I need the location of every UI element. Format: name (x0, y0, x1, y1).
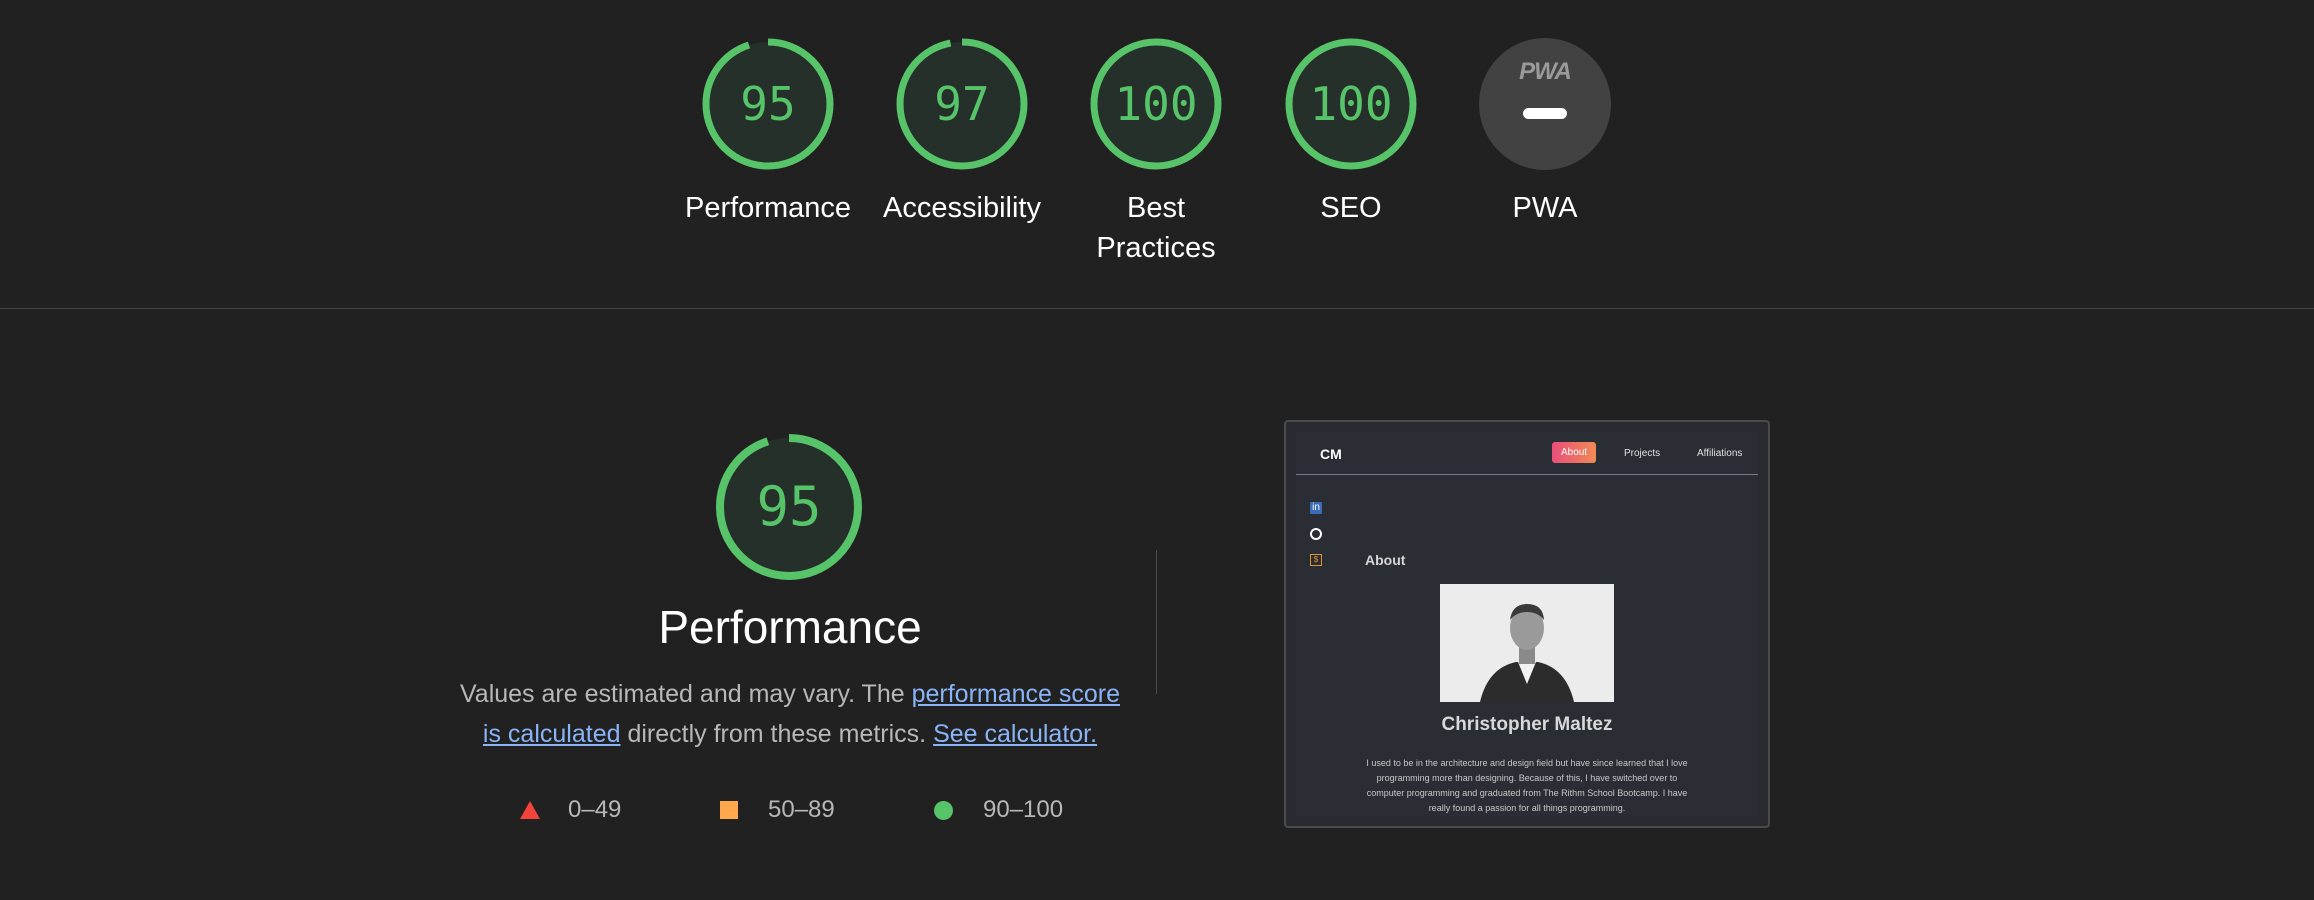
linkedin-icon: in (1310, 502, 1322, 514)
legend-range: 90–100 (983, 796, 1064, 823)
gauge-score: 100 (1114, 77, 1198, 131)
gauge-ring: 100 (1090, 38, 1222, 170)
gauge-accessibility[interactable]: 97 Accessibility (862, 38, 1062, 228)
gauge-label: SEO (1320, 192, 1382, 224)
gauge-performance[interactable]: 95 Performance (668, 38, 868, 228)
gauge-seo[interactable]: 100 SEO (1251, 38, 1451, 228)
gauge-ring: 95 (702, 38, 834, 170)
gauge-pwa[interactable]: PWA PWA (1445, 38, 1645, 228)
legend-average: 50–89 (720, 790, 835, 830)
screenshot-content: CM About Projects Affiliations in $ Abou… (1296, 432, 1758, 816)
dash-icon (1523, 108, 1567, 119)
square-icon (720, 801, 738, 819)
site-navbar: CM About Projects Affiliations (1296, 432, 1758, 475)
gauge-best-practices[interactable]: 100 Best Practices (1056, 38, 1256, 268)
see-calculator-link[interactable]: See calculator. (933, 720, 1097, 748)
gauge-label: Accessibility (883, 192, 1041, 224)
category-gauges: 95 Performance 97 Accessibility 100 Best… (0, 38, 2314, 278)
profile-bio: I used to be in the architecture and des… (1366, 758, 1688, 813)
pwa-badge: PWA (1479, 38, 1611, 170)
profile-photo (1440, 584, 1614, 702)
performance-gauge: 95 (715, 433, 863, 581)
nav-projects: Projects (1624, 448, 1661, 459)
performance-title: Performance (658, 601, 922, 653)
performance-description: Values are estimated and may vary. The p… (450, 674, 1130, 754)
gauge-label: Performance (684, 192, 851, 224)
github-icon (1310, 528, 1322, 540)
performance-score: 95 (756, 475, 822, 538)
legend-fail: 0–49 (520, 790, 621, 830)
description-text: directly from these metrics. (620, 720, 934, 748)
nav-about: About (1552, 442, 1597, 463)
gauge-ring: 97 (896, 38, 1028, 170)
gauge-score: 97 (934, 77, 990, 131)
section-divider (0, 308, 2314, 309)
score-legend: 0–49 50–89 90–100 (0, 790, 1200, 830)
pwa-logo-icon: PWA (1519, 58, 1572, 85)
final-screenshot-thumbnail[interactable]: CM About Projects Affiliations in $ Abou… (1284, 420, 1770, 828)
nav-affiliations: Affiliations (1697, 448, 1743, 459)
legend-pass: 90–100 (934, 790, 1063, 830)
gauge-label: PWA (1512, 192, 1578, 224)
profile-name: Christopher Maltez (1441, 714, 1613, 735)
gauge-score: 95 (740, 77, 796, 131)
legend-range: 0–49 (568, 796, 622, 823)
description-text: Values are estimated and may vary. The (459, 680, 912, 708)
vertical-divider (1156, 550, 1157, 694)
about-heading: About (1365, 552, 1406, 568)
legend-range: 50–89 (768, 796, 835, 823)
resume-icon: $ (1310, 554, 1322, 566)
gauge-score: 100 (1309, 77, 1393, 131)
gauge-label: Best Practices (1096, 192, 1216, 264)
circle-icon (934, 800, 953, 820)
triangle-icon (520, 801, 540, 819)
gauge-ring: 100 (1285, 38, 1417, 170)
site-brand: CM (1320, 446, 1342, 462)
